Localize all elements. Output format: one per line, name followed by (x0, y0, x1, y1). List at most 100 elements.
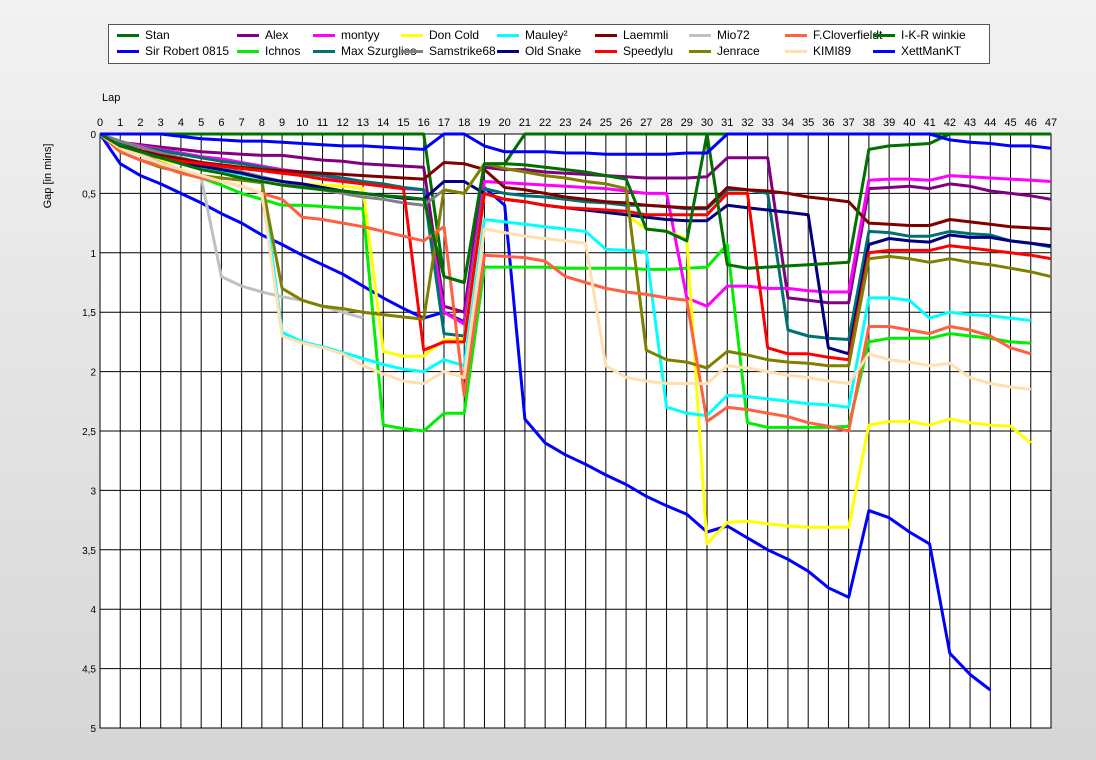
x-tick-label: 32 (741, 117, 753, 129)
legend-label: Old Snake (525, 44, 582, 58)
x-tick-label: 47 (1045, 117, 1057, 129)
x-tick-label: 44 (984, 117, 996, 129)
y-tick-label: 0,5 (82, 189, 96, 200)
x-tick-label: 39 (883, 117, 895, 129)
legend-swatch (401, 34, 423, 38)
x-tick-label: 17 (438, 117, 450, 129)
legend-item: I-K-R winkie (873, 28, 966, 42)
legend-label: Don Cold (429, 28, 480, 42)
legend-label: Alex (265, 28, 289, 42)
x-tick-label: 10 (296, 117, 308, 129)
x-tick-label: 20 (499, 117, 511, 129)
legend-label: Speedylu (623, 44, 674, 58)
legend-label: I-K-R winkie (901, 28, 966, 42)
legend-item: montyy (313, 28, 380, 42)
x-tick-label: 41 (923, 117, 935, 129)
x-tick-label: 11 (317, 117, 328, 129)
x-tick-label: 29 (681, 117, 693, 129)
y-tick-label: 5 (90, 724, 96, 735)
y-tick-label: 1,5 (82, 308, 96, 319)
x-tick-label: 40 (903, 117, 915, 129)
x-tick-label: 23 (559, 117, 571, 129)
y-tick-label: 4 (90, 605, 96, 616)
x-tick-label: 25 (600, 117, 612, 129)
x-axis-title: Lap (102, 92, 121, 104)
x-tick-label: 8 (259, 117, 265, 129)
legend-swatch (237, 50, 259, 54)
legend-swatch (117, 50, 139, 54)
legend-item: XettManKT (873, 44, 961, 58)
legend-item: KIMI89 (785, 44, 851, 58)
y-tick-label: 2 (90, 368, 96, 379)
x-tick-label: 12 (337, 117, 349, 129)
x-tick-label: 4 (178, 117, 184, 129)
x-tick-label: 3 (158, 117, 164, 129)
x-tick-label: 9 (279, 117, 285, 129)
legend-label: Ichnos (265, 44, 301, 58)
legend-swatch (689, 34, 711, 38)
legend-label: Mauley² (525, 28, 568, 42)
legend-label: Mio72 (717, 28, 750, 42)
legend-swatch (401, 50, 423, 54)
y-axis-title: Gap [in mins] (42, 143, 54, 209)
y-tick-label: 4,5 (82, 665, 96, 676)
x-tick-label: 7 (239, 117, 245, 129)
x-tick-label: 30 (701, 117, 713, 129)
x-tick-label: 36 (822, 117, 834, 129)
legend-item: Mio72 (689, 28, 750, 42)
legend-swatch (237, 34, 259, 38)
legend-label: F.Cloverfieldt (813, 28, 883, 42)
x-tick-label: 13 (357, 117, 369, 129)
x-tick-label: 43 (964, 117, 976, 129)
x-tick-label: 27 (640, 117, 652, 129)
y-tick-label: 2,5 (82, 427, 96, 438)
x-tick-label: 26 (620, 117, 632, 129)
legend-item: Ichnos (237, 44, 300, 58)
x-tick-label: 15 (397, 117, 409, 129)
legend-swatch (497, 50, 519, 54)
x-tick-label: 45 (1004, 117, 1016, 129)
x-tick-label: 24 (579, 117, 591, 129)
legend-label: Samstrike68 (429, 44, 496, 58)
legend-label: KIMI89 (813, 44, 852, 58)
x-tick-label: 0 (97, 117, 103, 129)
legend-item: Speedylu (595, 44, 673, 58)
y-tick-label: 1 (90, 249, 96, 260)
legend-swatch (497, 34, 519, 38)
legend-label: Laemmli (623, 28, 669, 42)
legend-swatch (689, 50, 711, 54)
x-tick-label: 6 (218, 117, 224, 129)
y-tick-label: 3,5 (82, 546, 96, 557)
x-tick-label: 22 (539, 117, 551, 129)
x-tick-label: 34 (782, 117, 794, 129)
x-tick-label: 14 (377, 117, 389, 129)
x-tick-label: 5 (198, 117, 204, 129)
legend-swatch (595, 50, 617, 54)
x-tick-label: 1 (117, 117, 123, 129)
legend-swatch (313, 34, 335, 38)
legend-item: Laemmli (595, 28, 668, 42)
legend-item: Sir Robert 0815 (117, 44, 229, 58)
legend-swatch (785, 34, 807, 38)
x-tick-label: 42 (944, 117, 956, 129)
y-tick-label: 0 (90, 130, 96, 141)
legend-item: Samstrike68 (401, 44, 496, 58)
x-tick-label: 35 (802, 117, 814, 129)
x-tick-label: 21 (519, 117, 531, 129)
legend-item: F.Cloverfieldt (785, 28, 882, 42)
gap-chart: 0 1 2 3 4 5 6 7 8 9 10 11 12 13 14 15 16 17 18 19 20 21 22 23 24… (82, 117, 1057, 735)
legend-label: Sir Robert 0815 (145, 44, 230, 58)
x-tick-label: 28 (660, 117, 672, 129)
legend: Stan Sir Robert 0815 Alex Ichnos montyy Max S… (108, 24, 990, 64)
legend-swatch (785, 50, 807, 54)
legend-item: Jenrace (689, 44, 760, 58)
x-tick-label: 46 (1025, 117, 1037, 129)
legend-item: Stan (117, 28, 170, 42)
x-tick-label: 37 (843, 117, 855, 129)
legend-swatch (313, 50, 335, 54)
legend-swatch (595, 34, 617, 38)
x-tick-label: 31 (721, 117, 733, 129)
x-tick-label: 18 (458, 117, 470, 129)
y-tick-label: 3 (90, 486, 96, 497)
x-tick-label: 33 (762, 117, 774, 129)
